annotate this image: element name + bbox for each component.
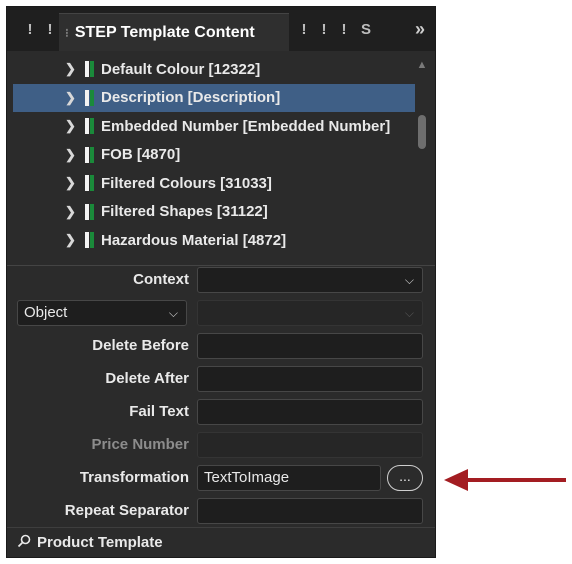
scroll-up-icon[interactable]: ▲ <box>415 59 429 71</box>
delete-before-label: Delete Before <box>92 337 189 354</box>
repeat-separator-input[interactable] <box>197 498 423 524</box>
tree-item-label: Filtered Colours [31033] <box>101 174 272 192</box>
delete-after-label: Delete After <box>105 370 189 387</box>
tab-mini-3[interactable]: ! <box>297 21 311 38</box>
attribute-icon <box>85 89 95 106</box>
chevron-right-icon[interactable]: ❯ <box>65 204 77 220</box>
chevron-right-icon[interactable]: ❯ <box>65 118 77 134</box>
chevron-down-icon: ⌵ <box>404 306 414 320</box>
tab-step-template-content[interactable]: ⁝ STEP Template Content <box>59 13 289 51</box>
attribute-icon <box>85 118 95 135</box>
price-number-label: Price Number <box>91 436 189 453</box>
product-template-footer[interactable]: Product Template <box>7 527 435 557</box>
delete-before-input[interactable] <box>197 333 423 359</box>
attribute-icon <box>85 203 95 220</box>
tree-item[interactable]: ❯ Default Colour [12322] <box>7 55 415 84</box>
footer-label: Product Template <box>37 534 163 551</box>
tab-mini-6[interactable]: S <box>359 21 373 38</box>
drag-grip-icon[interactable]: ⁝ <box>65 26 69 40</box>
tab-mini-1[interactable]: ! <box>23 21 37 38</box>
chevron-right-icon[interactable]: ❯ <box>65 147 77 163</box>
overflow-chevron-icon[interactable]: » <box>415 7 425 51</box>
tab-title: STEP Template Content <box>74 23 255 41</box>
tree-item[interactable]: ❯ Filtered Colours [31033] <box>7 169 415 198</box>
tree-item-selected[interactable]: ❯ Description [Description] <box>13 83 415 112</box>
attribute-icon <box>85 61 95 78</box>
delete-after-input[interactable] <box>197 366 423 392</box>
chevron-right-icon[interactable]: ❯ <box>65 90 77 106</box>
object-type-dropdown[interactable]: Object ⌵ <box>17 300 187 326</box>
fail-text-label: Fail Text <box>129 403 189 420</box>
object-row: Object ⌵ ⌵ <box>7 300 435 328</box>
repeat-separator-label: Repeat Separator <box>64 502 189 519</box>
tab-mini-2[interactable]: ! <box>43 21 57 38</box>
divider <box>7 265 435 266</box>
tree-item-label: Description [Description] <box>101 89 281 107</box>
tab-mini-4[interactable]: ! <box>317 21 331 38</box>
chevron-right-icon[interactable]: ❯ <box>65 61 77 77</box>
step-template-content-panel: ! ! ⁝ STEP Template Content ! ! ! S » ❯ … <box>6 6 436 558</box>
chevron-down-icon: ⌵ <box>404 273 414 287</box>
attribute-tree: ❯ Default Colour [12322] ❯ Description [… <box>7 55 415 259</box>
tree-item[interactable]: ❯ Hazardous Material [4872] <box>7 226 415 255</box>
tree-scrollbar[interactable]: ▲ <box>415 55 429 259</box>
tree-item[interactable]: ❯ FOB [4870] <box>7 141 415 170</box>
delete-after-row: Delete After <box>7 366 435 394</box>
fail-text-input[interactable] <box>197 399 423 425</box>
repeat-separator-row: Repeat Separator <box>7 498 435 526</box>
scroll-thumb[interactable] <box>418 115 426 149</box>
tree-item-label: FOB [4870] <box>101 146 181 164</box>
chevron-right-icon[interactable]: ❯ <box>65 175 77 191</box>
context-row: Context ⌵ <box>7 267 435 295</box>
tree-item[interactable]: ❯ Embedded Number [Embedded Number] <box>7 112 415 141</box>
transformation-row: Transformation TextToImage ... <box>7 465 435 493</box>
price-number-row: Price Number <box>7 432 435 460</box>
object-type-value: Object <box>24 304 68 321</box>
delete-before-row: Delete Before <box>7 333 435 361</box>
attribute-icon <box>85 232 95 249</box>
fail-text-row: Fail Text <box>7 399 435 427</box>
price-number-input <box>197 432 423 458</box>
object-dropdown[interactable]: ⌵ <box>197 300 423 326</box>
chevron-down-icon: ⌵ <box>168 306 178 320</box>
tree-item-label: Hazardous Material [4872] <box>101 231 287 249</box>
tab-bar: ! ! ⁝ STEP Template Content ! ! ! S » <box>7 7 435 51</box>
transformation-browse-button[interactable]: ... <box>387 465 423 491</box>
tree-item-label: Embedded Number [Embedded Number] <box>101 117 391 135</box>
transformation-label: Transformation <box>79 469 189 486</box>
attribute-icon <box>85 146 95 163</box>
search-icon <box>17 534 31 551</box>
tree-item-label: Filtered Shapes [31122] <box>101 203 268 221</box>
context-dropdown[interactable]: ⌵ <box>197 267 423 293</box>
annotation-arrow-icon <box>444 469 566 491</box>
tree-item-label: Default Colour [12322] <box>101 60 261 78</box>
transformation-input[interactable]: TextToImage <box>197 465 381 491</box>
tree-item[interactable]: ❯ Filtered Shapes [31122] <box>7 198 415 227</box>
attribute-icon <box>85 175 95 192</box>
chevron-right-icon[interactable]: ❯ <box>65 232 77 248</box>
tab-mini-5[interactable]: ! <box>337 21 351 38</box>
context-label: Context <box>133 271 189 288</box>
